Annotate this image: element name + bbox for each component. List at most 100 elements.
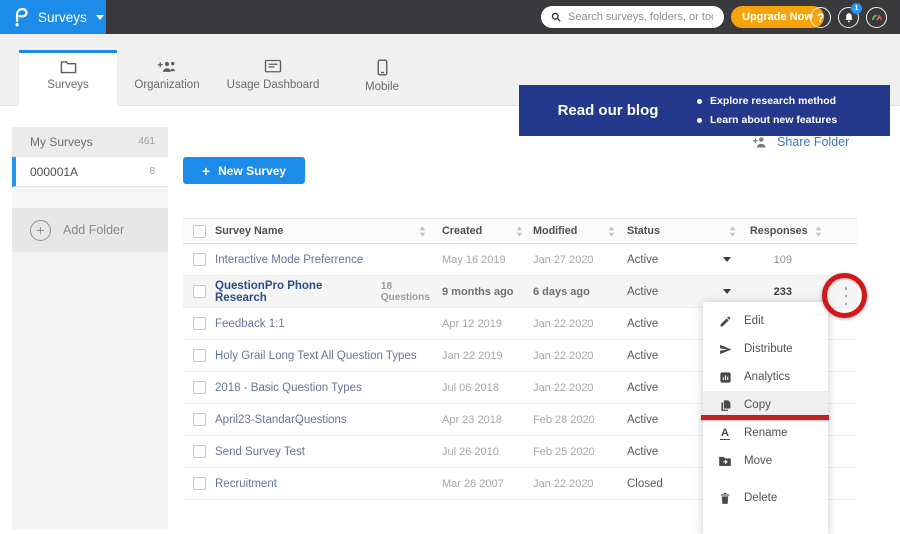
rename-icon: A	[718, 427, 732, 440]
top-bar: Surveys Upgrade Now ? 1	[0, 0, 900, 34]
help-button[interactable]: ?	[810, 7, 831, 28]
survey-name-link[interactable]: Feedback 1:1	[215, 318, 285, 330]
menu-item-rename[interactable]: ARename	[703, 419, 828, 447]
header-checkbox-cell	[183, 225, 215, 238]
survey-name-link[interactable]: 2018 - Basic Question Types	[215, 382, 362, 394]
folder-label: 000001A	[30, 165, 78, 179]
menu-item-move[interactable]: Move	[703, 447, 828, 475]
menu-item-label: Move	[744, 455, 772, 467]
add-folder-button[interactable]: + Add Folder	[12, 208, 168, 252]
tab-label: Organization	[134, 79, 199, 91]
survey-name-cell: Send Survey Test	[215, 446, 442, 458]
move-icon	[718, 455, 732, 467]
survey-name-link[interactable]: Send Survey Test	[215, 446, 305, 458]
row-checkbox[interactable]	[193, 349, 206, 362]
tab-usage-dashboard[interactable]: Usage Dashboard	[217, 50, 329, 106]
column-header-status: Status	[627, 225, 742, 237]
row-checkbox-cell	[183, 413, 215, 426]
share-folder-label: Share Folder	[777, 135, 849, 149]
tab-mobile[interactable]: Mobile	[329, 50, 435, 106]
copy-icon	[718, 399, 732, 412]
question-mark-icon: ?	[817, 11, 824, 25]
app-switcher[interactable]: Surveys	[0, 0, 106, 34]
responses-cell: 233	[738, 286, 808, 298]
created-cell: Apr 23 2018	[442, 414, 533, 426]
menu-item-label: Delete	[744, 492, 777, 504]
add-folder-label: Add Folder	[63, 223, 124, 237]
blog-banner[interactable]: Read our blog Explore research methodLea…	[519, 85, 890, 136]
tab-label: Mobile	[365, 81, 399, 93]
row-checkbox[interactable]	[193, 413, 206, 426]
global-search[interactable]	[541, 6, 724, 28]
sidebar-folder-item[interactable]: My Surveys461	[12, 127, 168, 157]
blog-banner-title[interactable]: Read our blog	[519, 102, 697, 119]
column-header-label: Survey Name	[215, 225, 283, 237]
survey-name-cell: 2018 - Basic Question Types	[215, 382, 442, 394]
menu-item-edit[interactable]: Edit	[703, 307, 828, 335]
modified-cell: Jan 22 2020	[533, 350, 627, 362]
sort-icon[interactable]	[608, 226, 615, 237]
status-cell: Active	[627, 254, 716, 266]
sidebar-folder-item[interactable]: 000001A 8	[12, 157, 168, 187]
sidebar-spacer	[12, 187, 168, 208]
row-checkbox[interactable]	[193, 445, 206, 458]
bell-icon	[843, 12, 855, 24]
row-checkbox[interactable]	[193, 253, 206, 266]
survey-name-link[interactable]: April23-StandarQuestions	[215, 414, 347, 426]
usage-dashboard-icon	[264, 59, 282, 74]
search-input[interactable]	[568, 11, 713, 23]
question-count-label: 18 Questions	[381, 281, 442, 303]
menu-item-delete[interactable]: Delete	[703, 484, 828, 512]
survey-name-cell: Feedback 1:1	[215, 318, 442, 330]
plus-circle-icon: +	[30, 220, 51, 241]
organization-icon	[157, 59, 177, 74]
created-cell: Jul 06 2018	[442, 382, 533, 394]
folder-count: 8	[149, 166, 155, 177]
column-header-label: Created	[442, 225, 482, 237]
chevron-down-icon	[96, 15, 104, 20]
survey-name-link[interactable]: Interactive Mode Preferrence	[215, 254, 363, 266]
created-cell: May 16 2019	[442, 254, 533, 266]
sort-icon[interactable]	[516, 226, 523, 237]
column-header-survey-name: Survey Name	[215, 225, 442, 237]
new-survey-button[interactable]: + New Survey	[183, 157, 305, 184]
row-checkbox-cell	[183, 477, 215, 490]
plus-icon: +	[202, 163, 210, 179]
sort-icon[interactable]	[729, 226, 736, 237]
notifications-button[interactable]: 1	[838, 7, 859, 28]
row-checkbox[interactable]	[193, 285, 206, 298]
trash-icon	[718, 492, 732, 505]
tab-label: Usage Dashboard	[227, 79, 320, 91]
survey-name-link[interactable]: Recruitment	[215, 478, 277, 490]
share-folder-button[interactable]: Share Folder	[752, 135, 849, 149]
modified-cell: Feb 28 2020	[533, 414, 627, 426]
status-dropdown-caret-icon[interactable]	[723, 257, 731, 262]
sort-icon[interactable]	[815, 226, 822, 237]
survey-name-link[interactable]: QuestionPro Phone Research	[215, 280, 373, 304]
menu-item-label: Distribute	[744, 343, 793, 355]
folder-label: My Surveys	[30, 135, 93, 149]
app-menu-label: Surveys	[38, 10, 87, 25]
tab-organization[interactable]: Organization	[117, 50, 217, 106]
menu-item-analytics[interactable]: Analytics	[703, 363, 828, 391]
column-header-modified: Modified	[533, 225, 627, 237]
menu-item-distribute[interactable]: Distribute	[703, 335, 828, 363]
tab-surveys[interactable]: Surveys	[19, 50, 117, 106]
survey-name-cell: Holy Grail Long Text All Question Types	[215, 350, 442, 362]
survey-name-link[interactable]: Holy Grail Long Text All Question Types	[215, 350, 417, 362]
status-dropdown-caret-icon[interactable]	[723, 289, 731, 294]
usage-meter-button[interactable]	[866, 7, 887, 28]
blog-bullet: Explore research method	[697, 92, 837, 111]
row-checkbox[interactable]	[193, 381, 206, 394]
modified-cell: Feb 25 2020	[533, 446, 627, 458]
search-icon	[550, 11, 562, 23]
modified-cell: Jan 22 2020	[533, 382, 627, 394]
folder-list: My Surveys461 000001A 8	[12, 127, 168, 187]
sort-icon[interactable]	[419, 226, 426, 237]
row-checkbox[interactable]	[193, 477, 206, 490]
select-all-checkbox[interactable]	[193, 225, 206, 238]
responses-cell: 109	[738, 254, 808, 266]
folder-icon	[60, 59, 77, 74]
row-checkbox[interactable]	[193, 317, 206, 330]
row-checkbox-cell	[183, 349, 215, 362]
